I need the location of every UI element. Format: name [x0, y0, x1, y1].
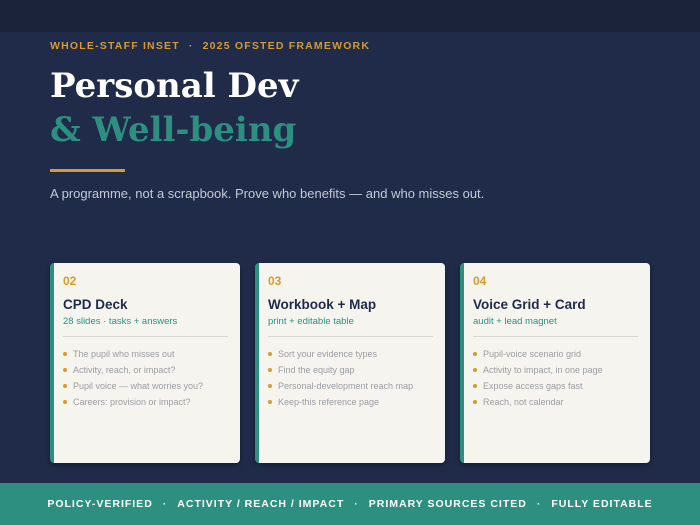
- bullet-icon: [268, 368, 272, 372]
- card-number: 02: [63, 274, 77, 288]
- list-item: Activity to impact, in one page: [473, 362, 638, 378]
- list-item: Personal-development reach map: [268, 378, 433, 394]
- bullet-icon: [63, 352, 67, 356]
- footer-separator: ·: [162, 498, 168, 510]
- footer-item: POLICY-VERIFIED: [47, 498, 153, 510]
- title-line-1: Personal Dev: [50, 66, 299, 106]
- list-item: Expose access gaps fast: [473, 378, 638, 394]
- card-divider: [63, 336, 228, 337]
- bullet-icon: [473, 368, 477, 372]
- list-item: Find the equity gap: [268, 362, 433, 378]
- list-item-text: Pupil voice — what worries you?: [73, 381, 204, 391]
- card-subtitle: print + editable table: [268, 316, 354, 327]
- footer-item: PRIMARY SOURCES CITED: [368, 498, 527, 510]
- list-item-text: Sort your evidence types: [278, 349, 378, 359]
- footer-item: FULLY EDITABLE: [551, 498, 653, 510]
- list-item: Sort your evidence types: [268, 346, 433, 362]
- card-workbook-map[interactable]: 03 Workbook + Map print + editable table…: [255, 263, 445, 463]
- list-item-text: Activity to impact, in one page: [483, 365, 603, 375]
- card-list: Pupil-voice scenario grid Activity to im…: [473, 346, 638, 410]
- list-item: The pupil who misses out: [63, 346, 228, 362]
- footer-item: ACTIVITY / REACH / IMPACT: [177, 498, 345, 510]
- list-item-text: Expose access gaps fast: [483, 381, 583, 391]
- card-voice-grid[interactable]: 04 Voice Grid + Card audit + lead magnet…: [460, 263, 650, 463]
- footer-separator: ·: [354, 498, 359, 510]
- bullet-icon: [473, 352, 477, 356]
- bullet-icon: [63, 400, 67, 404]
- bullet-icon: [63, 368, 67, 372]
- bullet-icon: [473, 400, 477, 404]
- card-cpd-deck[interactable]: 02 CPD Deck 28 slides · tasks + answers …: [50, 263, 240, 463]
- card-number: 03: [268, 274, 282, 288]
- footer-separator: ·: [536, 498, 542, 510]
- list-item: Activity, reach, or impact?: [63, 362, 228, 378]
- list-item-text: Personal-development reach map: [278, 381, 414, 391]
- bullet-icon: [268, 400, 272, 404]
- card-number: 04: [473, 274, 487, 288]
- card-list: Sort your evidence types Find the equity…: [268, 346, 433, 410]
- list-item: Keep-this reference page: [268, 394, 433, 410]
- footer-banner: POLICY-VERIFIED · ACTIVITY / REACH / IMP…: [0, 483, 700, 525]
- list-item-text: Reach, not calendar: [483, 397, 564, 407]
- card-title: CPD Deck: [63, 297, 128, 312]
- card-subtitle: 28 slides · tasks + answers: [63, 316, 178, 327]
- list-item-text: The pupil who misses out: [73, 349, 175, 359]
- card-title: Workbook + Map: [268, 297, 377, 312]
- list-item-text: Keep-this reference page: [278, 397, 380, 407]
- card-subtitle: audit + lead magnet: [473, 316, 557, 327]
- eyebrow-right: 2025 OFSTED FRAMEWORK: [202, 40, 371, 52]
- bullet-icon: [268, 384, 272, 388]
- list-item-text: Activity, reach, or impact?: [73, 365, 176, 375]
- list-item: Reach, not calendar: [473, 394, 638, 410]
- card-divider: [473, 336, 638, 337]
- eyebrow-left: WHOLE-STAFF INSET: [50, 40, 180, 52]
- list-item-text: Careers: provision or impact?: [73, 397, 191, 407]
- bullet-icon: [268, 352, 272, 356]
- page-title: Personal Dev & Well-being: [50, 64, 298, 152]
- title-underline: [50, 169, 125, 172]
- bullet-icon: [473, 384, 477, 388]
- card-divider: [268, 336, 433, 337]
- list-item: Careers: provision or impact?: [63, 394, 228, 410]
- list-item-text: Find the equity gap: [278, 365, 355, 375]
- list-item: Pupil voice — what worries you?: [63, 378, 228, 394]
- tagline: A programme, not a scrapbook. Prove who …: [50, 186, 485, 201]
- top-strip: [0, 0, 700, 32]
- card-list: The pupil who misses out Activity, reach…: [63, 346, 228, 410]
- title-line-2: & Well-being: [50, 110, 297, 150]
- list-item-text: Pupil-voice scenario grid: [483, 349, 582, 359]
- list-item: Pupil-voice scenario grid: [473, 346, 638, 362]
- bullet-icon: [63, 384, 67, 388]
- eyebrow-separator: ·: [188, 40, 194, 52]
- eyebrow: WHOLE-STAFF INSET · 2025 OFSTED FRAMEWOR…: [50, 40, 370, 52]
- card-title: Voice Grid + Card: [473, 297, 586, 312]
